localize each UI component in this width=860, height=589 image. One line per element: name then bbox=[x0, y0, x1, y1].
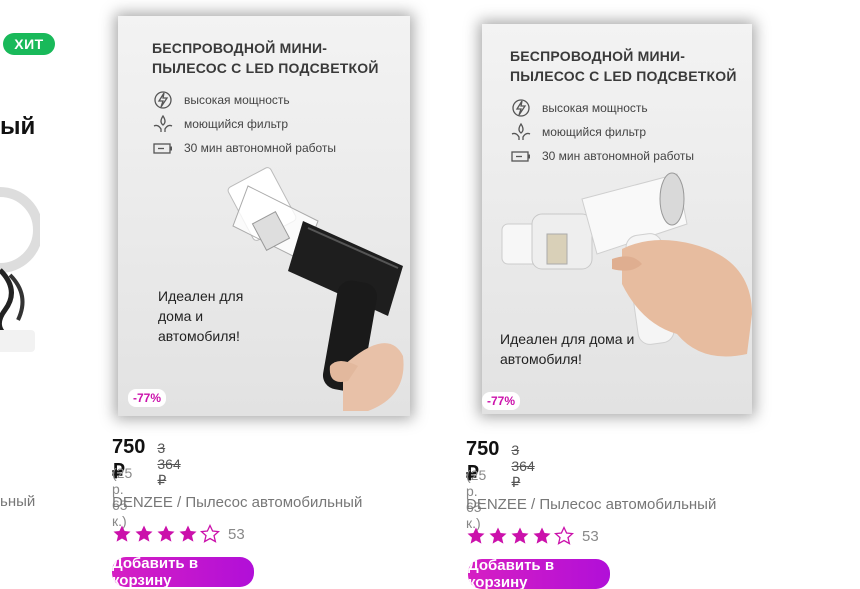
star-filled-icon bbox=[113, 525, 131, 542]
discount-badge: -77% bbox=[128, 389, 167, 407]
add-to-cart-button[interactable]: Добавить в корзину bbox=[468, 559, 610, 589]
feature-power: высокая мощность bbox=[152, 90, 290, 110]
product-brand-name[interactable]: DENZEE / Пылесос автомобильный bbox=[466, 496, 716, 513]
photo-title: БЕСПРОВОДНОЙ МИНИ- ПЫЛЕСОС С LED ПОДСВЕТ… bbox=[510, 48, 737, 84]
water-hands-icon bbox=[153, 114, 173, 132]
lightning-icon bbox=[154, 91, 172, 109]
photo-caption: Идеален для дома и автомобиля! bbox=[500, 331, 635, 367]
feature-label: моющийся фильтр bbox=[542, 125, 647, 139]
add-to-cart-button[interactable]: Добавить в корзину bbox=[112, 557, 254, 587]
feature-battery: 30 мин автономной работы bbox=[510, 146, 694, 166]
feature-label: моющийся фильтр bbox=[184, 117, 289, 131]
battery-icon bbox=[511, 151, 530, 162]
photo-title: БЕСПРОВОДНОЙ МИНИ- ПЫЛЕСОС С LED ПОДСВЕТ… bbox=[152, 40, 379, 76]
product-name: / Пылесос автомобильный bbox=[172, 494, 363, 511]
partial-product-title[interactable]: ый bbox=[0, 113, 35, 141]
star-empty-icon bbox=[200, 524, 220, 543]
partial-product-image[interactable] bbox=[0, 180, 40, 360]
hit-badge: ХИТ bbox=[3, 33, 55, 55]
star-filled-icon bbox=[467, 527, 485, 544]
star-filled-icon bbox=[511, 527, 529, 544]
feature-filter: моющийся фильтр bbox=[510, 122, 646, 142]
rating[interactable]: 53 bbox=[466, 526, 599, 546]
product-brand-name[interactable]: DENZEE / Пылесос автомобильный bbox=[112, 494, 362, 511]
product-name: / Пылесос автомобильный bbox=[526, 496, 717, 513]
brand-name: DENZEE bbox=[112, 494, 173, 511]
partial-brand[interactable]: ьный bbox=[0, 493, 35, 510]
old-price: 3 364 ₽ bbox=[157, 440, 181, 488]
feature-label: 30 мин автономной работы bbox=[184, 141, 337, 155]
rating[interactable]: 53 bbox=[112, 524, 245, 544]
discount-badge: -77% bbox=[482, 392, 521, 410]
star-filled-icon bbox=[489, 527, 507, 544]
star-filled-icon bbox=[533, 527, 551, 544]
star-empty-icon bbox=[554, 526, 574, 545]
feature-power: высокая мощность bbox=[510, 98, 648, 118]
brand-name: DENZEE bbox=[466, 496, 527, 513]
product-photo[interactable]: БЕСПРОВОДНОЙ МИНИ- ПЫЛЕСОС С LED ПОДСВЕТ… bbox=[482, 24, 752, 414]
product-photo[interactable]: БЕСПРОВОДНОЙ МИНИ- ПЫЛЕСОС С LED ПОДСВЕТ… bbox=[118, 16, 410, 416]
feature-label: высокая мощность bbox=[184, 93, 290, 107]
feature-battery: 30 мин автономной работы bbox=[152, 138, 336, 158]
feature-label: высокая мощность bbox=[542, 101, 648, 115]
feature-filter: моющийся фильтр bbox=[152, 114, 288, 134]
feature-label: 30 мин автономной работы bbox=[542, 149, 695, 163]
review-count: 53 bbox=[228, 525, 245, 543]
star-filled-icon bbox=[179, 525, 197, 542]
star-filled-icon bbox=[157, 525, 175, 542]
battery-icon bbox=[153, 143, 172, 154]
lightning-icon bbox=[512, 99, 530, 117]
photo-caption: Идеален для дома и автомобиля! bbox=[158, 288, 244, 344]
star-filled-icon bbox=[135, 525, 153, 542]
review-count: 53 bbox=[582, 527, 599, 545]
old-price: 3 364 ₽ bbox=[511, 442, 535, 490]
water-hands-icon bbox=[511, 122, 531, 140]
